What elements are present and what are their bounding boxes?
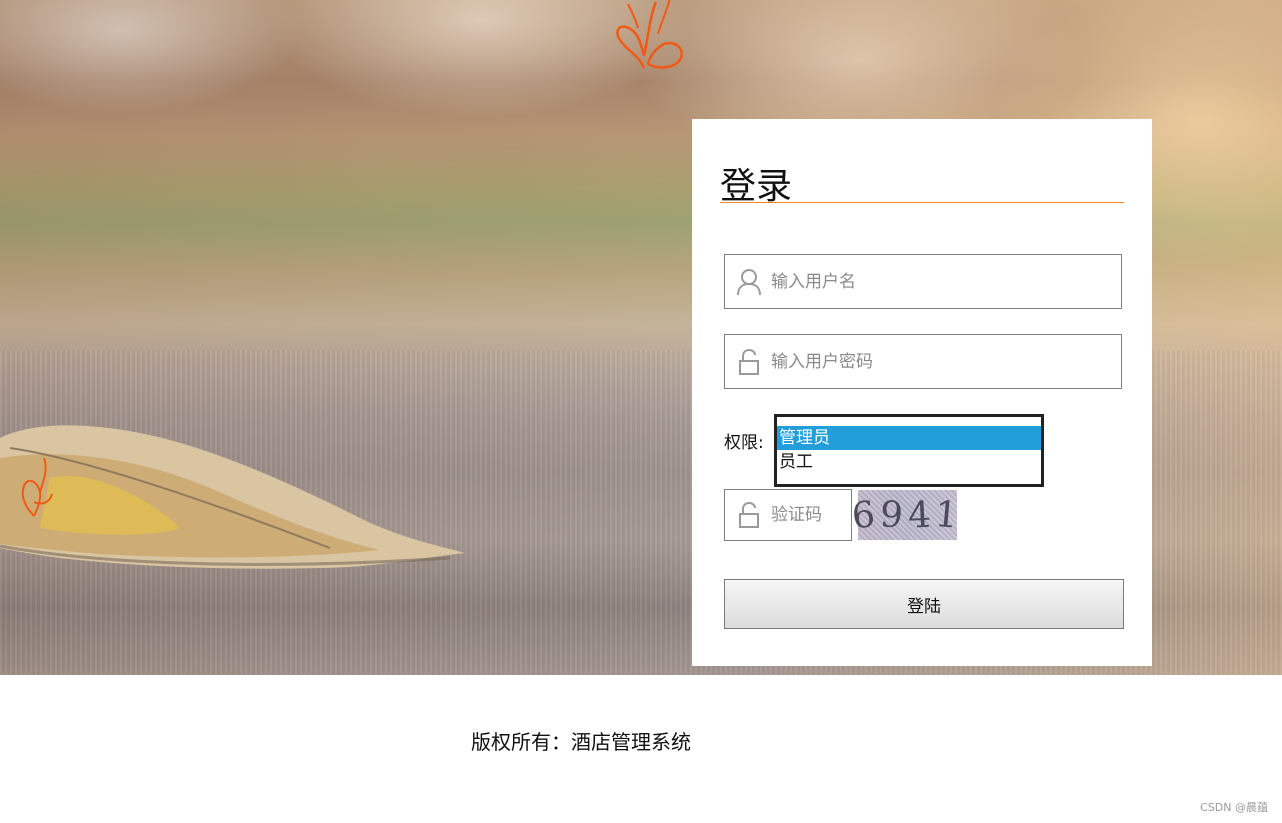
- watermark: CSDN @晨蕴: [1200, 801, 1268, 814]
- lock-icon: [734, 500, 764, 530]
- username-field[interactable]: [724, 254, 1122, 309]
- butterfly-icon: [616, 0, 683, 69]
- title-divider: [720, 202, 1124, 203]
- captcha-image[interactable]: 6 9 4 1: [850, 490, 965, 540]
- captcha-char: 9: [878, 493, 909, 537]
- captcha-input[interactable]: [771, 490, 849, 540]
- user-icon: [734, 267, 764, 297]
- password-field[interactable]: [724, 334, 1122, 389]
- captcha-field[interactable]: [724, 489, 852, 541]
- login-card: 登录 权限: 管理员 员工: [692, 119, 1152, 666]
- captcha-char: 4: [906, 493, 937, 537]
- captcha-char: 6: [849, 493, 882, 537]
- butterfly-icon: [21, 457, 53, 517]
- password-input[interactable]: [771, 335, 1091, 388]
- leaf-image: [0, 425, 465, 569]
- role-option-admin[interactable]: 管理员: [777, 426, 1041, 450]
- role-select[interactable]: 管理员 员工: [774, 414, 1044, 487]
- lock-icon: [734, 347, 764, 377]
- footer-copyright: 版权所有：酒店管理系统: [471, 730, 691, 754]
- username-input[interactable]: [771, 255, 1091, 308]
- role-label: 权限:: [724, 433, 764, 453]
- role-option-staff[interactable]: 员工: [777, 450, 1041, 474]
- login-button[interactable]: 登陆: [724, 579, 1124, 629]
- captcha-char: 1: [933, 493, 966, 537]
